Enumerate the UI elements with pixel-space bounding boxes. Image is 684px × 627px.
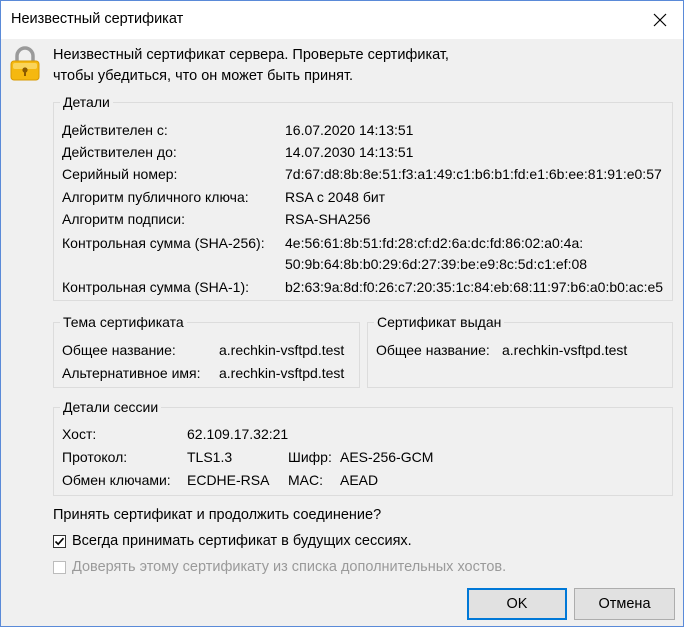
- details-group: Детали Действителен с: 16.07.2020 14:13:…: [53, 93, 673, 301]
- cancel-button[interactable]: Отмена: [574, 588, 675, 620]
- issuer-group-title: Сертификат выдан: [374, 313, 505, 331]
- pubkey-label: Алгоритм публичного ключа:: [62, 189, 249, 205]
- serial-label: Серийный номер:: [62, 166, 178, 182]
- details-group-title: Детали: [60, 93, 113, 111]
- cancel-button-label: Отмена: [598, 596, 651, 612]
- subject-alt-label: Альтернативное имя:: [62, 365, 201, 381]
- valid-from-label: Действителен с:: [62, 122, 168, 138]
- valid-from-value: 16.07.2020 14:13:51: [285, 122, 414, 138]
- subject-group-title: Тема сертификата: [60, 313, 187, 331]
- always-accept-label[interactable]: Всегда принимать сертификат в будущих се…: [72, 533, 412, 549]
- valid-to-label: Действителен до:: [62, 144, 177, 160]
- trust-hosts-option: Доверять этому сертификату из списка доп…: [53, 559, 506, 575]
- kex-value: ECDHE-RSA: [187, 472, 270, 488]
- always-accept-checkbox[interactable]: [53, 534, 66, 548]
- issuer-cn-label: Общее название:: [376, 342, 490, 358]
- subject-alt-value: a.rechkin-vsftpd.test: [219, 365, 345, 381]
- always-accept-option[interactable]: Всегда принимать сертификат в будущих се…: [53, 533, 412, 549]
- host-value: 62.109.17.32:21: [187, 426, 289, 442]
- intro-line-1: Неизвестный сертификат сервера. Проверьт…: [53, 47, 449, 63]
- session-group-title: Детали сессии: [60, 398, 162, 416]
- ok-button[interactable]: OK: [467, 588, 567, 620]
- issuer-cn-value: a.rechkin-vsftpd.test: [502, 342, 628, 358]
- close-icon: [653, 13, 667, 27]
- sigalg-value: RSA-SHA256: [285, 211, 371, 227]
- sha1-label: Контрольная сумма (SHA-1):: [62, 279, 250, 295]
- cipher-value: AES-256-GCM: [340, 449, 434, 465]
- kex-label: Обмен ключами:: [62, 472, 171, 488]
- session-group: Детали сессии Хост: 62.109.17.32:21 Прот…: [53, 398, 673, 496]
- trust-hosts-label: Доверять этому сертификату из списка доп…: [72, 559, 507, 575]
- protocol-label: Протокол:: [62, 449, 128, 465]
- issuer-group: Сертификат выдан Общее название: a.rechk…: [367, 313, 673, 388]
- accept-question: Принять сертификат и продолжить соединен…: [53, 507, 382, 523]
- subject-cn-value: a.rechkin-vsftpd.test: [219, 342, 345, 358]
- pubkey-value: RSA с 2048 бит: [285, 189, 386, 205]
- subject-cn-label: Общее название:: [62, 342, 176, 358]
- intro-line-2: чтобы убедиться, что он может быть приня…: [53, 68, 354, 84]
- protocol-value: TLS1.3: [187, 449, 233, 465]
- title-bar: Неизвестный сертификат: [1, 1, 683, 39]
- window-title: Неизвестный сертификат: [11, 11, 184, 27]
- trust-hosts-checkbox: [53, 560, 66, 574]
- ok-button-label: OK: [506, 596, 528, 612]
- sha256-value-line-1: 4e:56:61:8b:51:fd:28:cf:d2:6a:dc:fd:86:0…: [285, 235, 584, 251]
- sha256-label: Контрольная сумма (SHA-256):: [62, 235, 265, 251]
- subject-group: Тема сертификата Общее название: a.rechk…: [53, 313, 360, 388]
- valid-to-value: 14.07.2030 14:13:51: [285, 144, 414, 160]
- close-button[interactable]: [637, 1, 683, 39]
- mac-value: AEAD: [340, 472, 379, 488]
- sha1-value: b2:63:9a:8d:f0:26:c7:20:35:1c:84:eb:68:1…: [285, 279, 664, 295]
- checkmark-icon: [54, 537, 65, 545]
- cipher-label: Шифр:: [288, 449, 332, 465]
- mac-label: MAC:: [288, 472, 323, 488]
- sigalg-label: Алгоритм подписи:: [62, 211, 185, 227]
- intro-text: Неизвестный сертификат сервера. Проверьт…: [53, 45, 449, 87]
- certificate-dialog: Неизвестный сертификат Неизвестный серти…: [0, 0, 684, 627]
- lock-icon: [10, 46, 40, 81]
- serial-value: 7d:67:d8:8b:8e:51:f3:a1:49:c1:b6:b1:fd:e…: [285, 166, 662, 182]
- host-label: Хост:: [62, 426, 97, 442]
- sha256-value-line-2: 50:9b:64:8b:b0:29:6d:27:39:be:e9:8c:5d:c…: [285, 256, 588, 272]
